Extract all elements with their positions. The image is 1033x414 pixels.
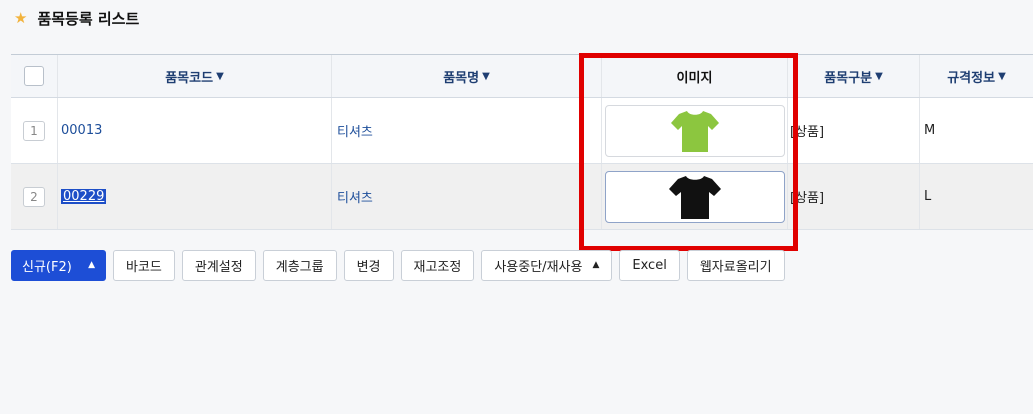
column-header-category[interactable]: 품목구분 ▼ — [788, 55, 920, 97]
barcode-button[interactable]: 바코드 — [113, 249, 175, 281]
sort-down-icon: ▼ — [998, 70, 1006, 82]
header-checkbox-cell — [11, 55, 58, 97]
caret-up-icon[interactable]: ▲ — [88, 260, 95, 270]
star-icon[interactable]: ★ — [14, 10, 27, 26]
web-upload-button[interactable]: 웹자료올리기 — [686, 249, 785, 281]
item-name-link[interactable]: 티셔츠 — [337, 187, 373, 206]
column-header-spec[interactable]: 규격정보 ▼ — [920, 55, 1033, 97]
item-code-link[interactable]: 00013 — [61, 123, 102, 138]
column-label: 품목명 — [443, 70, 480, 86]
column-label: 품목코드 — [165, 70, 214, 86]
item-category: [상품] — [790, 125, 825, 140]
hierarchy-group-button[interactable]: 계층그룹 — [262, 249, 337, 281]
code-cell: 00229 — [58, 164, 332, 229]
column-header-name[interactable]: 품목명 ▼ — [332, 55, 602, 97]
column-header-code[interactable]: 품목코드 ▼ — [58, 55, 332, 97]
item-name-link[interactable]: 티셔츠 — [337, 121, 373, 140]
name-cell: 티셔츠 — [332, 98, 602, 163]
column-label: 이미지 — [676, 70, 713, 86]
new-item-button[interactable]: 신규(F2) ▲ — [11, 249, 106, 281]
row-number[interactable]: 1 — [23, 120, 45, 141]
new-item-label: 신규(F2) — [22, 259, 72, 275]
name-cell: 티셔츠 — [332, 164, 602, 229]
row-number-cell: 1 — [11, 98, 58, 163]
table-row[interactable]: 2 00229 티셔츠 [상품] L — [11, 164, 1033, 230]
category-cell: [상품] — [788, 164, 920, 229]
sort-down-icon: ▼ — [875, 70, 883, 82]
item-image[interactable] — [604, 170, 785, 223]
black-tshirt-icon — [668, 175, 721, 219]
sort-down-icon: ▼ — [482, 70, 490, 82]
column-label: 규격정보 — [947, 70, 996, 86]
row-number[interactable]: 2 — [23, 186, 45, 207]
suspend-reuse-label: 사용중단/재사용 — [494, 259, 583, 275]
stock-adjust-button[interactable]: 재고조정 — [400, 249, 475, 281]
category-cell: [상품] — [788, 98, 920, 163]
item-category: [상품] — [790, 191, 825, 206]
select-all-checkbox[interactable] — [24, 66, 44, 86]
spec-cell: M — [920, 98, 1033, 163]
item-spec: L — [924, 189, 932, 204]
column-label: 품목구분 — [824, 70, 873, 86]
page-title: 품목등록 리스트 — [37, 9, 140, 28]
sort-down-icon: ▼ — [216, 70, 224, 82]
excel-button[interactable]: Excel — [619, 249, 680, 281]
item-code-link[interactable]: 00229 — [61, 189, 107, 204]
title-bar: ★ 품목등록 리스트 — [14, 8, 139, 28]
grid-header: 품목코드 ▼ 품목명 ▼ 이미지 품목구분 ▼ 규격정보 ▼ — [11, 55, 1033, 98]
caret-up-icon: ▲ — [592, 260, 600, 270]
relation-settings-button[interactable]: 관계설정 — [181, 249, 256, 281]
code-cell: 00013 — [58, 98, 332, 163]
item-spec: M — [924, 123, 936, 138]
image-cell — [602, 164, 788, 229]
image-cell — [602, 98, 788, 163]
change-button[interactable]: 변경 — [343, 249, 394, 281]
item-image[interactable] — [604, 104, 785, 157]
action-toolbar: 신규(F2) ▲ 바코드 관계설정 계층그룹 변경 재고조정 사용중단/재사용 … — [11, 249, 792, 281]
suspend-reuse-button[interactable]: 사용중단/재사용 ▲ — [481, 249, 613, 281]
table-row[interactable]: 1 00013 티셔츠 [상품] M — [11, 98, 1033, 164]
green-tshirt-icon — [670, 110, 719, 152]
spec-cell: L — [920, 164, 1033, 229]
column-header-image: 이미지 — [602, 55, 788, 97]
item-grid: 품목코드 ▼ 품목명 ▼ 이미지 품목구분 ▼ 규격정보 ▼ 1 00013 티셔츠 — [11, 54, 1033, 230]
row-number-cell: 2 — [11, 164, 58, 229]
